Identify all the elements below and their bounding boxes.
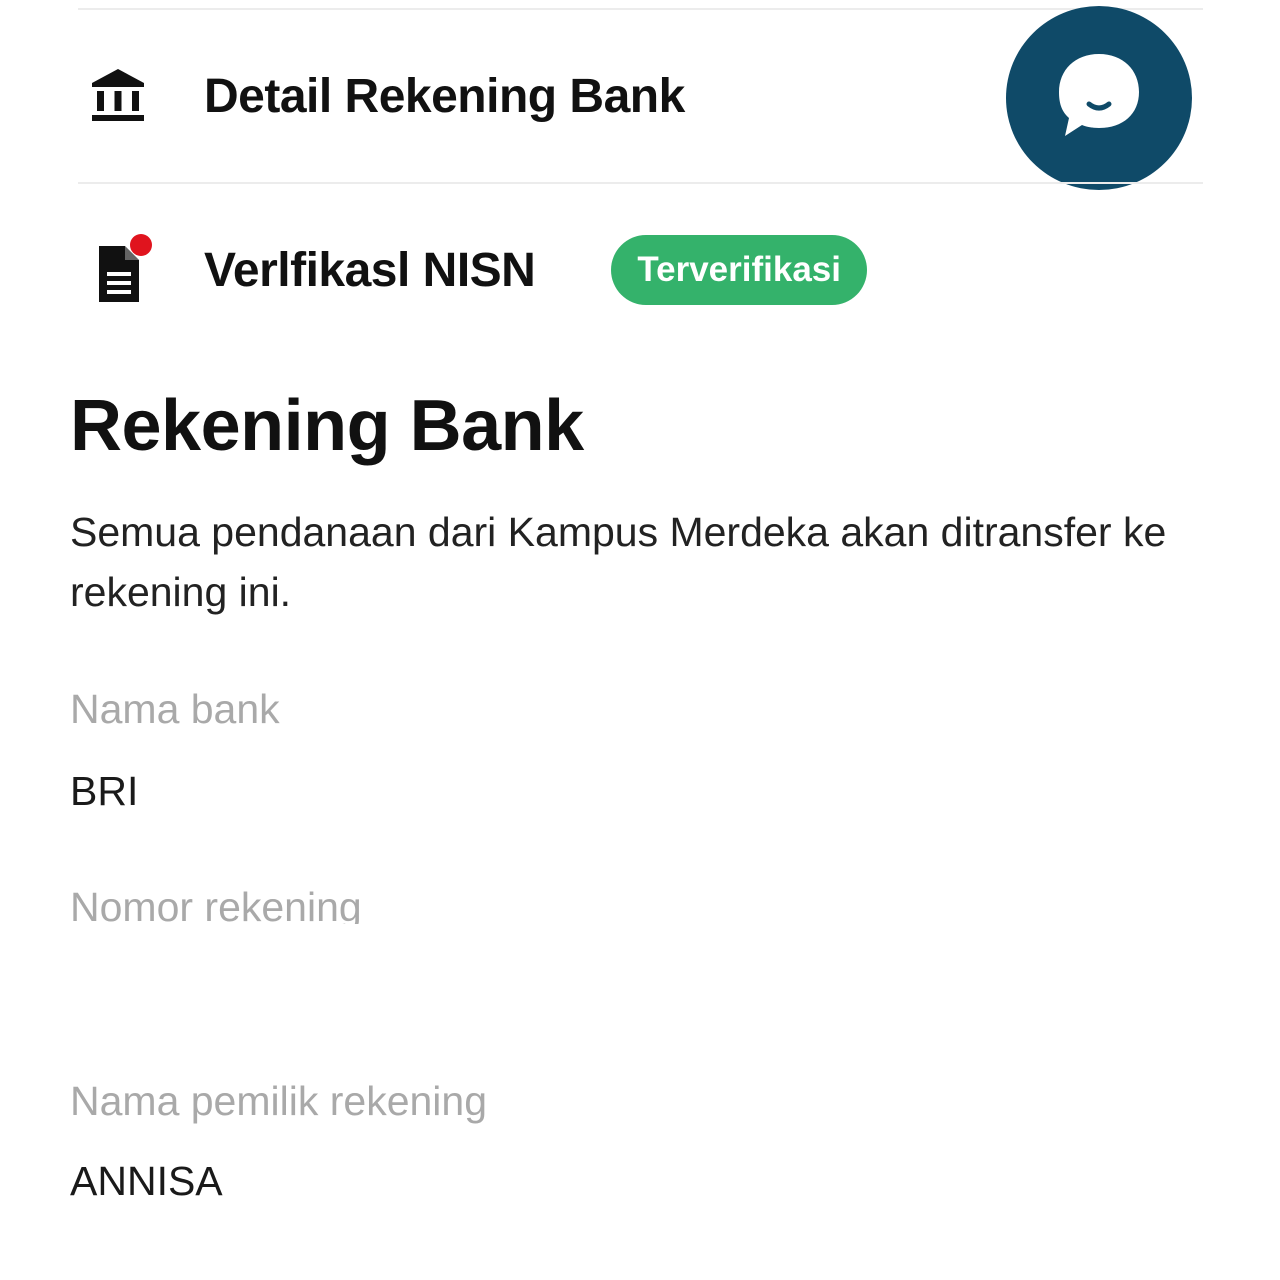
owner-name-label: Nama pemilik rekening	[70, 1078, 488, 1124]
section-title: Rekening Bank	[70, 386, 584, 466]
bank-name-value: BRI	[70, 768, 139, 814]
bank-detail-label: Detail Rekening Bank	[204, 69, 685, 123]
top-divider	[78, 8, 1203, 10]
bank-icon	[78, 56, 158, 136]
account-number-label: Nomor rekening	[70, 884, 362, 924]
owner-name-value: ANNISA	[70, 1158, 223, 1204]
document-icon	[78, 230, 158, 310]
bank-account-section: Rekening Bank Semua pendanaan dari Kampu…	[70, 380, 1230, 622]
chat-bubble-icon	[1051, 48, 1147, 149]
menu-item-bank-detail[interactable]: Detail Rekening Bank	[78, 36, 978, 156]
nisn-label: Verlfikasl NISN	[204, 243, 536, 297]
chat-button[interactable]	[1006, 6, 1192, 190]
section-description: Semua pendanaan dari Kampus Merdeka akan…	[70, 509, 1167, 615]
verified-badge: Terverifikasi	[611, 235, 867, 305]
menu-item-nisn[interactable]: Verlfikasl NISN Terverifikasi	[78, 210, 978, 330]
middle-divider	[78, 182, 1203, 184]
bank-name-label: Nama bank	[70, 686, 280, 732]
